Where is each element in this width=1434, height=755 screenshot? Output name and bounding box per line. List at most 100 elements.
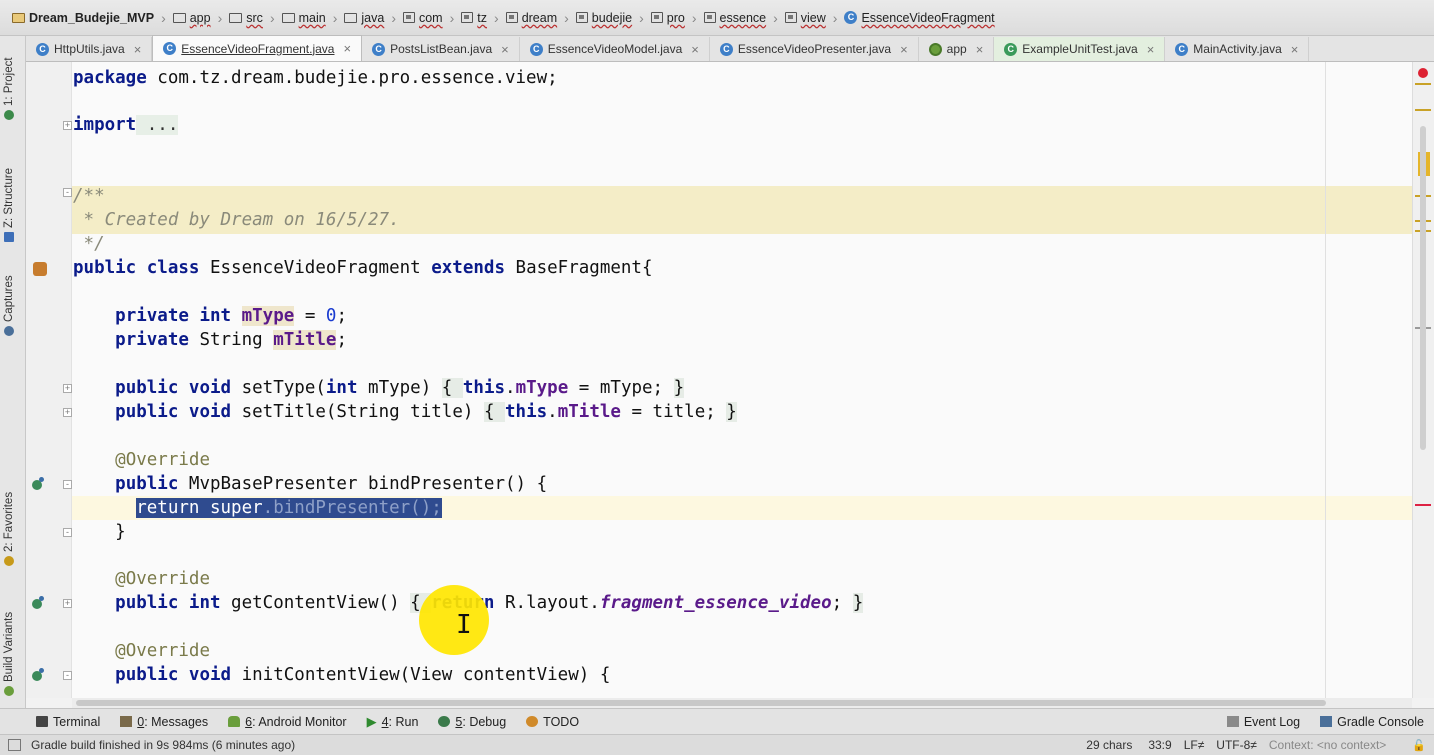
folded-imports[interactable]: ...	[136, 115, 179, 135]
horizontal-scrollbar[interactable]	[72, 698, 1412, 708]
editor-gutter[interactable]: + - + + - - + -	[26, 62, 94, 698]
project-tool-button[interactable]: 1: Project	[3, 57, 15, 120]
code-line[interactable]: public int getContentView() { return R.l…	[72, 591, 1412, 615]
left-tool-window-strip: 1: Project Z: Structure Captures 2: Favo…	[0, 36, 26, 708]
caret-position[interactable]: 33:9	[1148, 738, 1171, 752]
code-line[interactable]: private int mType = 0;	[72, 304, 1412, 328]
captures-tool-button[interactable]: Captures	[3, 275, 15, 336]
breadcrumb-item[interactable]: main	[278, 11, 330, 25]
close-icon[interactable]: ×	[691, 42, 699, 57]
context-indicator[interactable]: Context: <no context>	[1269, 738, 1386, 752]
breadcrumb-item[interactable]: tz	[457, 11, 491, 25]
breadcrumb-item[interactable]: java	[340, 11, 388, 25]
breadcrumb-item[interactable]: src	[225, 11, 267, 25]
error-marker[interactable]	[1415, 504, 1431, 506]
editor-tab[interactable]: C PostsListBean.java ×	[362, 37, 520, 61]
code-line[interactable]: }	[72, 520, 1412, 544]
code-line[interactable]: * Created by Dream on 16/5/27.	[72, 208, 1412, 232]
breadcrumb-item[interactable]: view	[781, 11, 830, 25]
error-stripe[interactable]	[1412, 62, 1434, 698]
fold-expand-icon[interactable]: +	[63, 384, 72, 393]
code-line[interactable]: public void setTitle(String title) { thi…	[72, 400, 1412, 424]
fold-expand-icon[interactable]: +	[63, 121, 72, 130]
close-icon[interactable]: ×	[343, 41, 351, 56]
close-icon[interactable]: ×	[1291, 42, 1299, 57]
breadcrumb-item[interactable]: app	[169, 11, 215, 25]
close-icon[interactable]: ×	[1147, 42, 1155, 57]
code-line[interactable]: public MvpBasePresenter bindPresenter() …	[72, 472, 1412, 496]
code-line[interactable]: return super.bindPresenter();	[72, 496, 1412, 520]
code-line[interactable]: */	[72, 232, 1412, 256]
chevron-right-icon: ›	[639, 9, 644, 26]
favorites-tool-button[interactable]: 2: Favorites	[3, 492, 15, 566]
terminal-tool-button[interactable]: Terminal	[26, 715, 110, 729]
override-marker-icon[interactable]	[32, 596, 44, 609]
warning-marker[interactable]	[1415, 109, 1431, 111]
code-line[interactable]: public void setType(int mType) { this.mT…	[72, 376, 1412, 400]
event-log-tool-button[interactable]: Event Log	[1217, 715, 1310, 729]
tool-label: Event Log	[1243, 714, 1301, 729]
debug-tool-button[interactable]: 5: Debug	[428, 715, 516, 729]
editor-tab[interactable]: C EssenceVideoModel.java ×	[520, 37, 710, 61]
tool-key: 5	[455, 714, 463, 729]
override-marker-icon[interactable]	[32, 477, 44, 490]
editor-tab[interactable]: app ×	[919, 37, 995, 61]
run-tool-button[interactable]: ▶ 4: Run	[357, 714, 429, 730]
breadcrumb-item[interactable]: pro	[647, 11, 689, 25]
close-icon[interactable]: ×	[501, 42, 509, 57]
close-icon[interactable]: ×	[976, 42, 984, 57]
code-line[interactable]: /**	[72, 184, 1412, 208]
code-line[interactable]: public void initContentView(View content…	[72, 663, 1412, 687]
lock-icon[interactable]: 🔓	[1412, 739, 1426, 752]
close-icon[interactable]: ×	[900, 42, 908, 57]
breadcrumb-item[interactable]: budejie	[572, 11, 636, 25]
code-line[interactable]: package com.tz.dream.budejie.pro.essence…	[72, 66, 1412, 90]
tool-windows-toggle-icon[interactable]	[8, 739, 21, 751]
messages-tool-button[interactable]: 0: Messages	[110, 715, 218, 729]
code-line[interactable]: private String mTitle;	[72, 328, 1412, 352]
class-hierarchy-icon[interactable]	[33, 262, 47, 276]
code-line[interactable]: @Override	[72, 448, 1412, 472]
build-variants-tool-button[interactable]: Build Variants	[3, 612, 15, 696]
code-line[interactable]: public class EssenceVideoFragment extend…	[72, 256, 1412, 280]
fold-collapse-icon[interactable]: -	[63, 480, 72, 489]
fold-collapse-icon[interactable]: -	[63, 671, 72, 680]
selected-text[interactable]: return super.bindPresenter();	[136, 498, 442, 518]
fold-end-icon[interactable]: -	[63, 528, 72, 537]
line-separator[interactable]: LF≠	[1184, 738, 1205, 752]
android-monitor-tool-button[interactable]: 6: Android Monitor	[218, 715, 356, 729]
code-editor[interactable]: package com.tz.dream.budejie.pro.essence…	[72, 62, 1412, 698]
breadcrumb-item[interactable]: C EssenceVideoFragment	[840, 11, 998, 25]
cursor-highlight	[419, 585, 489, 655]
horizontal-scroll-thumb[interactable]	[76, 700, 1326, 706]
code-line[interactable]: @Override	[72, 567, 1412, 591]
vertical-scroll-thumb[interactable]	[1420, 126, 1426, 450]
editor-tab[interactable]: C EssenceVideoPresenter.java ×	[710, 37, 919, 61]
breadcrumb-item[interactable]: essence	[700, 11, 771, 25]
chevron-right-icon: ›	[773, 9, 778, 26]
breadcrumb-item[interactable]: com	[399, 11, 447, 25]
editor-tab[interactable]: C ExampleUnitTest.java ×	[994, 37, 1166, 61]
project-icon	[4, 110, 14, 120]
fold-collapse-icon[interactable]: -	[63, 188, 72, 197]
editor-tab[interactable]: C HttpUtils.java ×	[26, 37, 153, 61]
gradle-console-tool-button[interactable]: Gradle Console	[1310, 715, 1434, 729]
structure-tool-button[interactable]: Z: Structure	[3, 168, 15, 242]
warning-marker[interactable]	[1415, 83, 1431, 85]
error-indicator-icon[interactable]	[1418, 68, 1428, 78]
chevron-right-icon: ›	[269, 9, 275, 26]
override-marker-icon[interactable]	[32, 668, 44, 681]
todo-tool-button[interactable]: TODO	[516, 715, 589, 729]
fold-expand-icon[interactable]: +	[63, 599, 72, 608]
editor-tab[interactable]: C EssenceVideoFragment.java ×	[152, 35, 363, 61]
breadcrumb-item[interactable]: Dream_Budejie_MVP	[8, 11, 158, 25]
status-message[interactable]: Gradle build finished in 9s 984ms (6 min…	[31, 738, 295, 752]
breadcrumb-item[interactable]: dream	[502, 11, 561, 25]
keyword: public void	[115, 378, 232, 398]
fold-expand-icon[interactable]: +	[63, 408, 72, 417]
close-icon[interactable]: ×	[134, 42, 142, 57]
file-encoding[interactable]: UTF-8≠	[1216, 738, 1257, 752]
code-line[interactable]: import ...	[72, 113, 1412, 137]
code-line[interactable]: @Override	[72, 639, 1412, 663]
editor-tab[interactable]: C MainActivity.java ×	[1165, 37, 1310, 61]
